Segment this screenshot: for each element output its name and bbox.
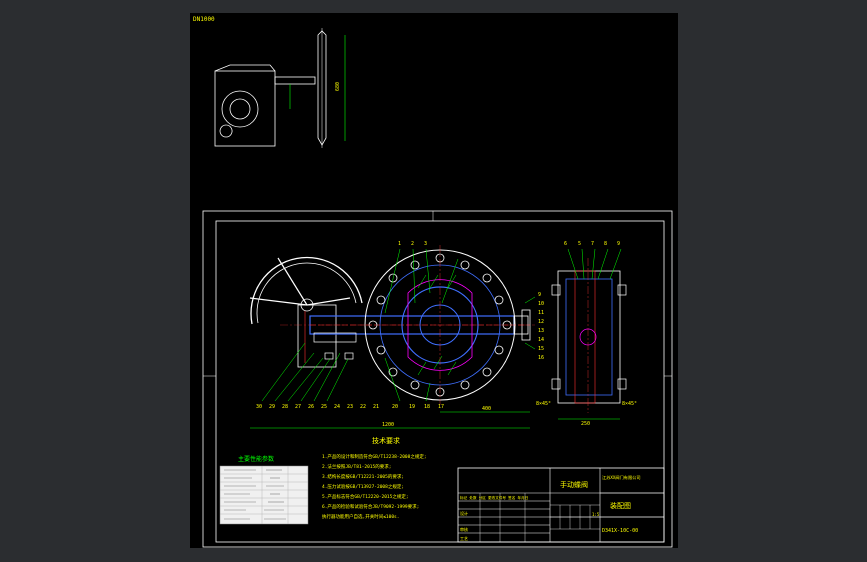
part-num: 20 xyxy=(392,404,398,410)
part-num: 18 xyxy=(424,404,430,410)
title-block: 手动蝶阀 江苏XX阀门有限公司 装配图 D341X-10C-00 1:5 标记 … xyxy=(457,467,665,543)
part-numbers-right: 9 10 11 12 13 14 15 16 xyxy=(538,292,544,361)
part-num: 29 xyxy=(269,404,275,410)
part-num: 16 xyxy=(538,355,544,361)
tech-requirement-line: 2.法兰按照JB/T81-2015的要求; xyxy=(322,463,391,470)
performance-table-title: 主要性能参数 xyxy=(238,455,274,463)
part-num: 2 xyxy=(411,241,414,247)
part-numbers-top-right: 6 5 7 8 9 xyxy=(564,241,620,247)
check-row: 审核 xyxy=(460,526,468,532)
dim-face-to-face: 250 xyxy=(581,421,590,427)
approve-row: 工艺 xyxy=(460,536,468,541)
part-num: 9 xyxy=(538,292,541,298)
front-view: 1200 400 xyxy=(249,245,536,429)
part-num: 5 xyxy=(578,241,581,247)
company-name: 江苏XX阀门有限公司 xyxy=(602,474,641,481)
tech-requirement-line: 1.产品的设计和制造符合GB/T12238-2008之规定; xyxy=(322,453,427,460)
drawing-scale: 1:5 xyxy=(592,512,600,517)
part-num: 25 xyxy=(321,404,327,410)
tech-requirement-line: 6.产品的检验和试验符合JB/T9092-1999要求; xyxy=(322,503,419,510)
drawing-type: 装配图 xyxy=(610,501,631,510)
part-num: 24 xyxy=(334,404,340,410)
part-num: 3 xyxy=(424,241,427,247)
tech-requirement-line: 4.压力试验按GB/T13927-2008之规定; xyxy=(322,483,404,490)
side-view: 250 8×45° 8×45° xyxy=(536,248,637,427)
drawing-sheet: DN1000 680 1200 400 1 2 3 30 29 28 27 26… xyxy=(190,13,678,548)
part-num: 15 xyxy=(538,346,544,352)
part-num: 21 xyxy=(373,404,379,410)
tech-requirements: 技术要求 1.产品的设计和制造符合GB/T12238-2008之规定; 2.法兰… xyxy=(322,436,427,520)
part-numbers-top-left: 1 2 3 xyxy=(398,241,427,247)
part-num: 12 xyxy=(538,319,544,325)
gearbox-view: 680 xyxy=(214,28,346,148)
part-num: 13 xyxy=(538,328,544,334)
dim-right-angle: 8×45° xyxy=(622,401,637,407)
part-num: 8 xyxy=(604,241,607,247)
dim-overall-height: 680 xyxy=(335,82,341,91)
drawing-name: 手动蝶阀 xyxy=(560,480,588,489)
part-num: 14 xyxy=(538,337,544,343)
drawing-number: D341X-10C-00 xyxy=(602,528,638,534)
part-num: 9 xyxy=(617,241,620,247)
tech-requirement-line: 3.结构长度按GB/T12221-2005的要求; xyxy=(322,473,404,480)
tech-requirement-line: 执行器功能用户自选,开关时间≤100s. xyxy=(322,513,399,520)
part-num: 27 xyxy=(295,404,301,410)
part-num: 19 xyxy=(409,404,415,410)
part-num: 28 xyxy=(282,404,288,410)
cad-drawing: DN1000 680 1200 400 1 2 3 30 29 28 27 26… xyxy=(193,16,673,548)
part-num: 22 xyxy=(360,404,366,410)
part-num: 10 xyxy=(538,301,544,307)
dim-flange-depth: 400 xyxy=(482,406,491,412)
part-num: 17 xyxy=(438,404,444,410)
dim-left-angle: 8×45° xyxy=(536,401,551,407)
designer-row: 设计 xyxy=(460,510,468,516)
part-num: 7 xyxy=(591,241,594,247)
tech-requirements-title: 技术要求 xyxy=(372,436,400,445)
part-num: 1 xyxy=(398,241,401,247)
part-num: 6 xyxy=(564,241,567,247)
part-numbers-bottom: 30 29 28 27 26 25 24 23 22 21 20 19 18 1… xyxy=(256,404,444,410)
dim-overall-length: 1200 xyxy=(382,422,394,428)
corner-label: DN1000 xyxy=(193,16,215,23)
part-num: 30 xyxy=(256,404,262,410)
title-header-row: 标记 处数 分区 更改文件号 签名 年月日 xyxy=(460,495,528,500)
part-num: 11 xyxy=(538,310,544,316)
performance-table: 主要性能参数 xyxy=(219,455,309,525)
tech-requirement-line: 5.产品标志符合GB/T12220-2015之规定; xyxy=(322,493,409,500)
part-num: 23 xyxy=(347,404,353,410)
part-num: 26 xyxy=(308,404,314,410)
